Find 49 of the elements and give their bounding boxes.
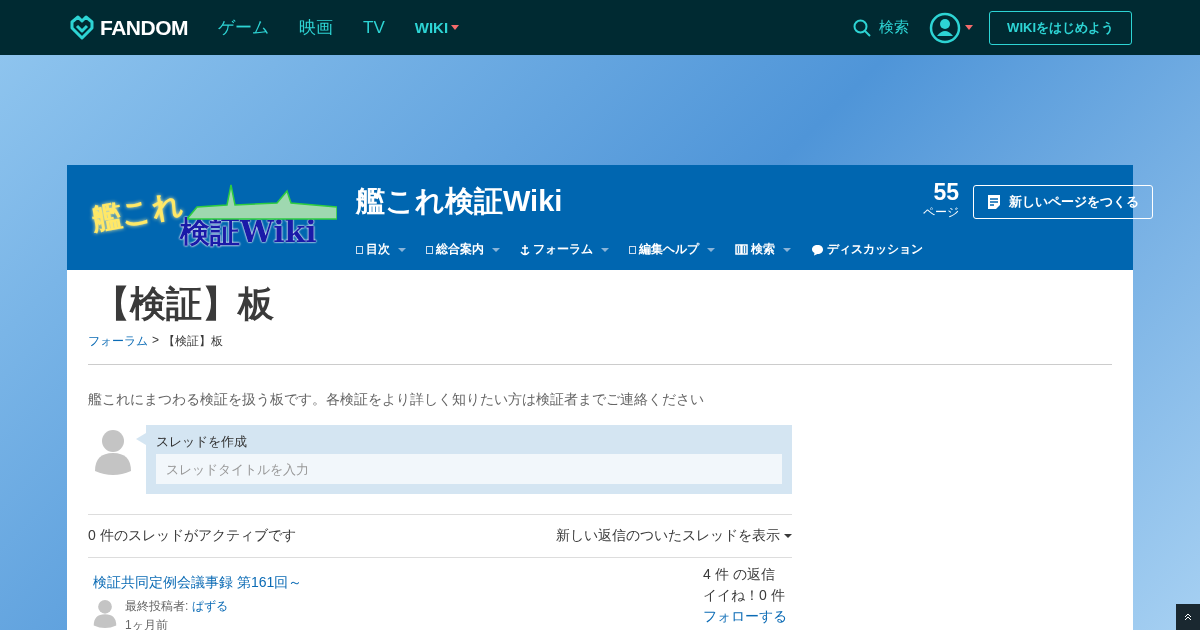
wiki-nav-item[interactable]: 総合案内 — [426, 241, 500, 258]
double-chevron-up-icon — [1184, 613, 1192, 621]
user-avatar-icon[interactable] — [929, 11, 962, 44]
sort-dropdown[interactable]: 新しい返信のついたスレッドを表示 — [556, 527, 792, 545]
nav-link[interactable]: ゲーム — [218, 16, 269, 39]
reply-count: 4 件 の返信 — [703, 566, 776, 584]
thread-title-link[interactable]: 検証共同定例会議事録 第161回～ — [93, 574, 303, 592]
follow-link[interactable]: フォローする — [703, 608, 787, 626]
forum-description: 艦これにまつわる検証を扱う板です。各検証をより詳しく知りたい方は検証者までご連絡ください — [88, 391, 705, 409]
document-icon — [987, 194, 1001, 210]
fandom-logo-icon — [68, 13, 96, 42]
wiki-title[interactable]: 艦これ検証Wiki — [356, 182, 923, 222]
wiki-nav-item[interactable]: 検索 — [735, 241, 791, 258]
search-icon[interactable] — [853, 18, 872, 37]
nav-link[interactable]: 映画 — [299, 16, 333, 39]
breadcrumb-link[interactable]: フォーラム — [88, 333, 148, 350]
wiki-nav-item[interactable]: 編集ヘルプ — [629, 241, 715, 258]
last-poster-label: 最終投稿者: — [125, 599, 189, 613]
square-icon — [629, 245, 636, 254]
post-time: 1ヶ月前 — [125, 617, 169, 630]
book-icon — [735, 244, 748, 255]
breadcrumb-current: 【検証】板 — [163, 333, 223, 350]
search-link[interactable]: 検索 — [879, 18, 910, 37]
new-page-button[interactable]: 新しいページをつくる — [973, 185, 1153, 219]
new-thread-label: スレッドを作成 — [156, 433, 248, 451]
avatar-silhouette-icon — [94, 427, 132, 475]
wiki-nav-item[interactable]: フォーラム — [520, 241, 609, 258]
anchor-icon — [520, 243, 530, 256]
avatar-silhouette-icon — [93, 598, 117, 628]
active-thread-count: 0 件のスレッドがアクティブです — [88, 527, 296, 545]
page-count-label: ページ — [923, 204, 959, 221]
page-title: 【検証】板 — [94, 282, 275, 326]
speech-bubble-icon — [811, 243, 824, 256]
square-icon — [356, 245, 363, 254]
breadcrumb-separator: > — [152, 333, 159, 349]
nav-menu-link[interactable]: WIKI — [414, 19, 460, 36]
caret-icon[interactable] — [965, 25, 974, 30]
caret-icon — [451, 25, 460, 30]
last-poster-link[interactable]: ぱずる — [191, 599, 228, 613]
wiki-nav-item[interactable]: 目次 — [356, 241, 406, 258]
brand-name[interactable]: FANDOM — [100, 15, 188, 40]
wiki-logo[interactable]: 艦これ 検証Wiki — [87, 177, 342, 257]
start-wiki-button[interactable]: WIKIをはじめよう — [989, 10, 1132, 45]
nav-link[interactable]: TV — [363, 17, 385, 38]
square-icon — [426, 245, 433, 254]
page-count: 55 — [933, 181, 959, 204]
like-count: イイね！0 件 — [703, 587, 786, 605]
thread-title-input[interactable]: スレッドタイトルを入力 — [156, 454, 782, 484]
wiki-nav-item[interactable]: ディスカッション — [811, 241, 923, 258]
